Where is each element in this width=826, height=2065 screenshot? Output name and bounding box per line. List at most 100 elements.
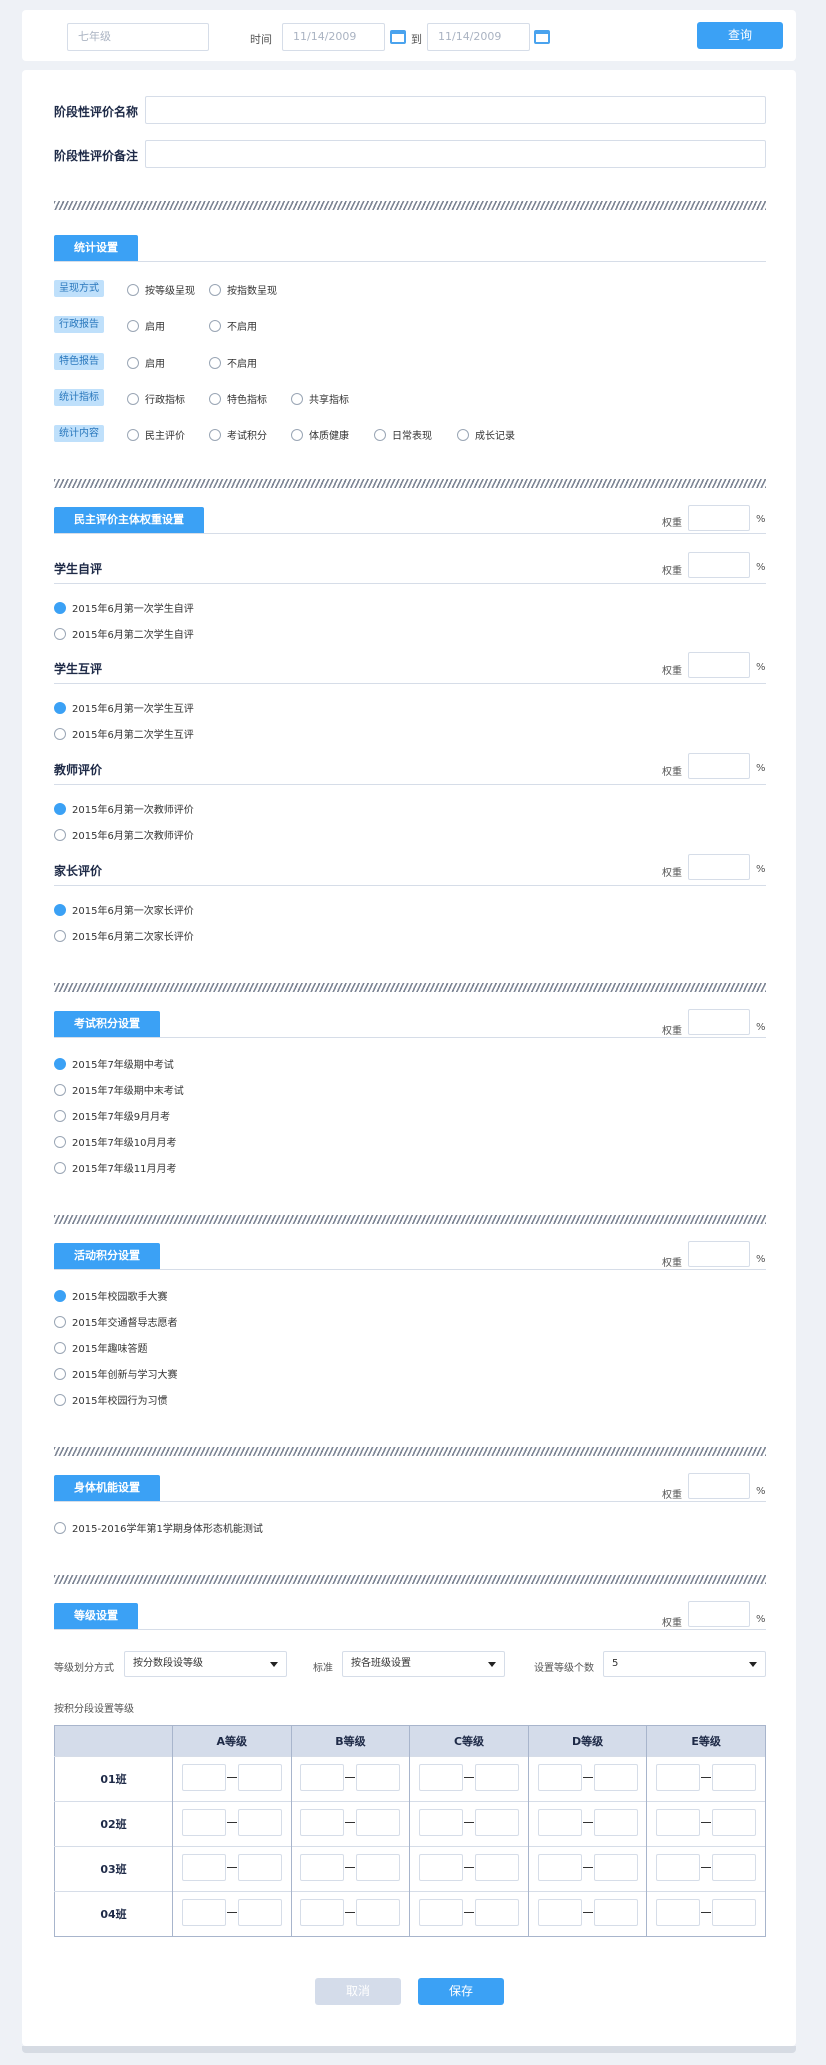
radio-option[interactable]: 2015年7年级9月月考 xyxy=(54,1108,170,1123)
radio-circle[interactable] xyxy=(54,1394,66,1406)
weight-input[interactable] xyxy=(688,1601,750,1627)
radio-circle[interactable] xyxy=(54,1522,66,1534)
radio-option[interactable]: 2015年6月第二次家长评价 xyxy=(54,928,194,943)
range-max-input[interactable] xyxy=(593,1764,638,1791)
range-min-input[interactable] xyxy=(656,1764,701,1791)
range-max-input[interactable] xyxy=(593,1854,638,1881)
range-max-input[interactable] xyxy=(356,1854,401,1881)
radio-option[interactable]: 2015年6月第二次教师评价 xyxy=(54,827,194,842)
range-max-input[interactable] xyxy=(474,1809,519,1836)
range-min-input[interactable] xyxy=(181,1764,226,1791)
radio-circle[interactable] xyxy=(54,1058,66,1070)
radio-option[interactable]: 2015年校园歌手大赛 xyxy=(54,1288,167,1303)
save-button[interactable]: 保存 xyxy=(418,1978,504,2005)
range-max-input[interactable] xyxy=(593,1809,638,1836)
weight-input[interactable] xyxy=(688,505,750,531)
radio-option[interactable]: 按等级呈现 xyxy=(127,282,195,297)
range-min-input[interactable] xyxy=(656,1809,701,1836)
level-count-select[interactable]: 5 xyxy=(603,1651,766,1677)
calendar-icon[interactable] xyxy=(390,30,406,44)
range-min-input[interactable] xyxy=(181,1854,226,1881)
weight-input[interactable] xyxy=(688,652,750,678)
radio-circle[interactable] xyxy=(209,284,221,296)
radio-option[interactable]: 启用 xyxy=(127,318,165,333)
standard-select[interactable]: 按各班级设置 xyxy=(342,1651,505,1677)
radio-option[interactable]: 2015-2016学年第1学期身体形态机能测试 xyxy=(54,1520,263,1535)
radio-circle[interactable] xyxy=(54,1162,66,1174)
radio-circle[interactable] xyxy=(54,1342,66,1354)
query-button[interactable]: 查询 xyxy=(697,22,783,49)
range-min-input[interactable] xyxy=(418,1809,463,1836)
radio-option[interactable]: 按指数呈现 xyxy=(209,282,277,297)
radio-circle[interactable] xyxy=(54,628,66,640)
radio-circle[interactable] xyxy=(54,930,66,942)
radio-option[interactable]: 民主评价 xyxy=(127,427,185,442)
radio-circle[interactable] xyxy=(209,429,221,441)
radio-option[interactable]: 2015年趣味答题 xyxy=(54,1340,147,1355)
radio-option[interactable]: 2015年6月第一次学生自评 xyxy=(54,600,194,615)
range-min-input[interactable] xyxy=(418,1854,463,1881)
level-method-select[interactable]: 按分数段设等级 xyxy=(124,1651,287,1677)
radio-circle[interactable] xyxy=(54,702,66,714)
radio-circle[interactable] xyxy=(54,829,66,841)
date-from-input[interactable]: 11/14/2009 xyxy=(282,23,385,51)
radio-circle[interactable] xyxy=(127,284,139,296)
range-min-input[interactable] xyxy=(300,1854,345,1881)
range-min-input[interactable] xyxy=(537,1809,582,1836)
weight-input[interactable] xyxy=(688,1473,750,1499)
range-min-input[interactable] xyxy=(181,1899,226,1926)
range-min-input[interactable] xyxy=(181,1809,226,1836)
date-to-input[interactable]: 11/14/2009 xyxy=(427,23,530,51)
radio-option[interactable]: 特色指标 xyxy=(209,391,267,406)
radio-circle[interactable] xyxy=(127,357,139,369)
range-max-input[interactable] xyxy=(356,1764,401,1791)
radio-option[interactable]: 2015年7年级期中考试 xyxy=(54,1056,174,1071)
calendar-icon[interactable] xyxy=(534,30,550,44)
radio-option[interactable]: 2015年7年级10月月考 xyxy=(54,1134,177,1149)
range-min-input[interactable] xyxy=(418,1764,463,1791)
radio-circle[interactable] xyxy=(54,1136,66,1148)
range-max-input[interactable] xyxy=(712,1854,757,1881)
radio-option[interactable]: 2015年6月第一次教师评价 xyxy=(54,801,194,816)
radio-option[interactable]: 2015年创新与学习大赛 xyxy=(54,1366,177,1381)
range-min-input[interactable] xyxy=(418,1899,463,1926)
eval-name-input[interactable] xyxy=(145,96,766,124)
radio-circle[interactable] xyxy=(54,803,66,815)
radio-circle[interactable] xyxy=(54,1316,66,1328)
weight-input[interactable] xyxy=(688,753,750,779)
radio-circle[interactable] xyxy=(374,429,386,441)
radio-circle[interactable] xyxy=(457,429,469,441)
radio-option[interactable]: 成长记录 xyxy=(457,427,515,442)
radio-circle[interactable] xyxy=(127,320,139,332)
range-min-input[interactable] xyxy=(537,1854,582,1881)
range-max-input[interactable] xyxy=(237,1764,282,1791)
range-max-input[interactable] xyxy=(237,1809,282,1836)
range-max-input[interactable] xyxy=(593,1899,638,1926)
range-max-input[interactable] xyxy=(712,1809,757,1836)
radio-option[interactable]: 2015年6月第一次学生互评 xyxy=(54,700,194,715)
radio-option[interactable]: 体质健康 xyxy=(291,427,349,442)
range-min-input[interactable] xyxy=(300,1764,345,1791)
radio-option[interactable]: 2015年6月第二次学生自评 xyxy=(54,626,194,641)
radio-option[interactable]: 2015年交通督导志愿者 xyxy=(54,1314,177,1329)
range-max-input[interactable] xyxy=(474,1854,519,1881)
range-min-input[interactable] xyxy=(656,1899,701,1926)
weight-input[interactable] xyxy=(688,854,750,880)
range-min-input[interactable] xyxy=(537,1899,582,1926)
radio-option[interactable]: 共享指标 xyxy=(291,391,349,406)
radio-option[interactable]: 日常表现 xyxy=(374,427,432,442)
radio-circle[interactable] xyxy=(54,904,66,916)
radio-option[interactable]: 2015年7年级11月月考 xyxy=(54,1160,177,1175)
radio-circle[interactable] xyxy=(209,357,221,369)
radio-circle[interactable] xyxy=(54,1084,66,1096)
weight-input[interactable] xyxy=(688,552,750,578)
radio-circle[interactable] xyxy=(54,1368,66,1380)
radio-circle[interactable] xyxy=(54,1110,66,1122)
grade-input[interactable]: 七年级 xyxy=(67,23,209,51)
range-max-input[interactable] xyxy=(237,1854,282,1881)
radio-circle[interactable] xyxy=(291,429,303,441)
radio-option[interactable]: 2015年校园行为习惯 xyxy=(54,1392,167,1407)
range-min-input[interactable] xyxy=(300,1809,345,1836)
radio-option[interactable]: 2015年6月第二次学生互评 xyxy=(54,726,194,741)
range-max-input[interactable] xyxy=(356,1809,401,1836)
